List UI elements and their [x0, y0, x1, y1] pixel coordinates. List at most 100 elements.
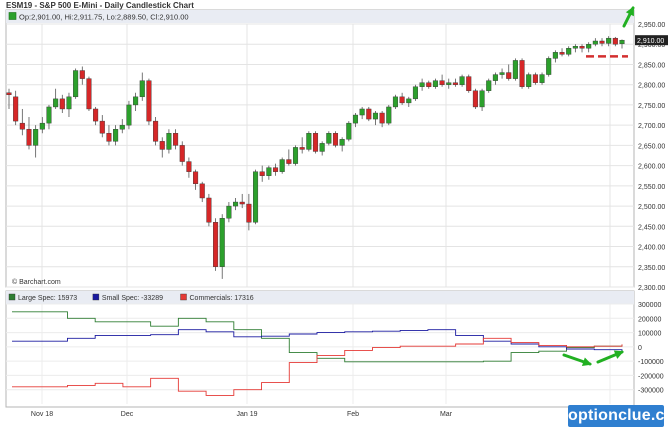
- price-tick-label: 2,350.00: [638, 265, 665, 272]
- candle-down: [186, 161, 192, 172]
- candle-down: [559, 52, 565, 55]
- price-tick-label: 2,600.00: [638, 164, 665, 171]
- cot-tick-label: -200000: [638, 373, 664, 380]
- candle-down: [79, 70, 85, 79]
- candle-up: [219, 218, 225, 267]
- candle-down: [193, 171, 199, 185]
- cot-tick-label: -100000: [638, 359, 664, 366]
- candle-up: [73, 70, 79, 98]
- price-tick-label: 2,950.00: [638, 22, 665, 29]
- candle-down: [466, 76, 472, 91]
- candle-down: [612, 37, 618, 45]
- candle-up: [346, 122, 352, 140]
- cot-legend-bar: [6, 291, 634, 304]
- candle-up: [479, 90, 485, 108]
- candle-up: [119, 124, 125, 130]
- cot-legend: Large Spec: 15973 Small Spec: -33289 Comme…: [8, 293, 254, 302]
- candle-up: [492, 74, 498, 81]
- candle-up: [39, 122, 45, 130]
- candle-up: [412, 86, 418, 100]
- x-tick-label: Nov 18: [31, 411, 53, 418]
- candle-down: [173, 133, 179, 146]
- last-price-label: 2,910.00: [637, 38, 664, 45]
- candle-down: [379, 112, 385, 124]
- candle-up: [486, 80, 492, 91]
- candle-up: [512, 60, 518, 79]
- legend-entry: Commercials: 17316: [190, 295, 254, 302]
- candle-down: [312, 133, 319, 152]
- price-tick-label: 2,850.00: [638, 62, 665, 69]
- cot-axis: 300000 200000 100000 0 -100000 -200000 -300000: [638, 302, 664, 395]
- cot-tick-label: 200000: [638, 316, 661, 323]
- candle-up: [406, 98, 412, 104]
- candle-up: [552, 52, 558, 59]
- candle-down: [13, 96, 19, 122]
- candle-up: [546, 58, 552, 75]
- candle-up: [392, 96, 398, 108]
- candle-up: [372, 112, 378, 120]
- candle-down: [599, 40, 605, 44]
- candle-up: [359, 108, 365, 116]
- candle-down: [106, 133, 112, 142]
- candle-up: [139, 80, 145, 98]
- candle-up: [539, 74, 545, 83]
- candle-up: [526, 74, 532, 87]
- candle-down: [452, 82, 458, 85]
- chart-title: ESM19 - S&P 500 E-Mini - Daily Candlesti…: [6, 1, 194, 10]
- candle-up: [352, 114, 359, 124]
- candle-down: [26, 128, 32, 146]
- cot-tick-label: 100000: [638, 331, 661, 338]
- candle-down: [159, 141, 165, 150]
- candle-down: [366, 108, 372, 120]
- candle-up: [226, 205, 232, 219]
- x-axis: Nov 18DecJan 19FebMarA: [31, 411, 613, 418]
- candle-down: [206, 197, 212, 223]
- x-tick-label: Dec: [121, 411, 134, 418]
- candle-up: [432, 80, 438, 87]
- candle-up: [619, 39, 625, 45]
- candle-up: [292, 147, 299, 164]
- candle-up: [279, 159, 285, 172]
- candle-up: [499, 72, 505, 75]
- candle-up: [326, 133, 332, 144]
- candle-down: [472, 90, 478, 108]
- candle-up: [253, 171, 259, 223]
- price-tick-label: 2,400.00: [638, 245, 665, 252]
- copyright: © Barchart.com: [12, 278, 61, 286]
- candle-up: [126, 104, 132, 126]
- candle-down: [579, 46, 585, 49]
- legend-swatch: [92, 293, 100, 301]
- chart-svg: Op:2,901.00, Hi:2,911.75, Lo:2,889.50, C…: [5, 1, 668, 418]
- price-tick-label: 2,650.00: [638, 143, 665, 150]
- candle-up: [319, 143, 325, 152]
- candle-down: [246, 203, 252, 223]
- candle-up: [66, 96, 72, 110]
- price-tick-label: 2,450.00: [638, 224, 665, 231]
- candle-down: [399, 96, 405, 104]
- candle-up: [53, 98, 59, 108]
- candle-up: [586, 44, 592, 49]
- candle-down: [199, 183, 205, 199]
- legend-entry: Small Spec: -33289: [102, 295, 163, 302]
- x-tick-label: Jan 19: [236, 411, 257, 418]
- chart-stage: Op:2,901.00, Hi:2,911.75, Lo:2,889.50, C…: [0, 0, 670, 431]
- candle-down: [259, 171, 265, 176]
- candle-up: [306, 133, 312, 150]
- cot-tick-label: -300000: [638, 388, 664, 395]
- candle-up: [233, 201, 239, 207]
- candle-down: [532, 74, 538, 83]
- candle-down: [146, 80, 152, 122]
- candle-down: [426, 82, 432, 87]
- candle-down: [506, 72, 512, 79]
- candle-down: [332, 133, 339, 146]
- candle-up: [133, 96, 139, 106]
- cot-tick-label: 300000: [638, 302, 661, 309]
- candle-down: [286, 159, 292, 164]
- price-tick-label: 2,700.00: [638, 123, 665, 130]
- candle-up: [459, 76, 465, 85]
- legend-entry: Large Spec: 15973: [18, 295, 77, 302]
- candle-up: [266, 167, 272, 176]
- candle-down: [59, 98, 65, 110]
- legend-swatch: [180, 293, 187, 301]
- candle-down: [439, 80, 445, 85]
